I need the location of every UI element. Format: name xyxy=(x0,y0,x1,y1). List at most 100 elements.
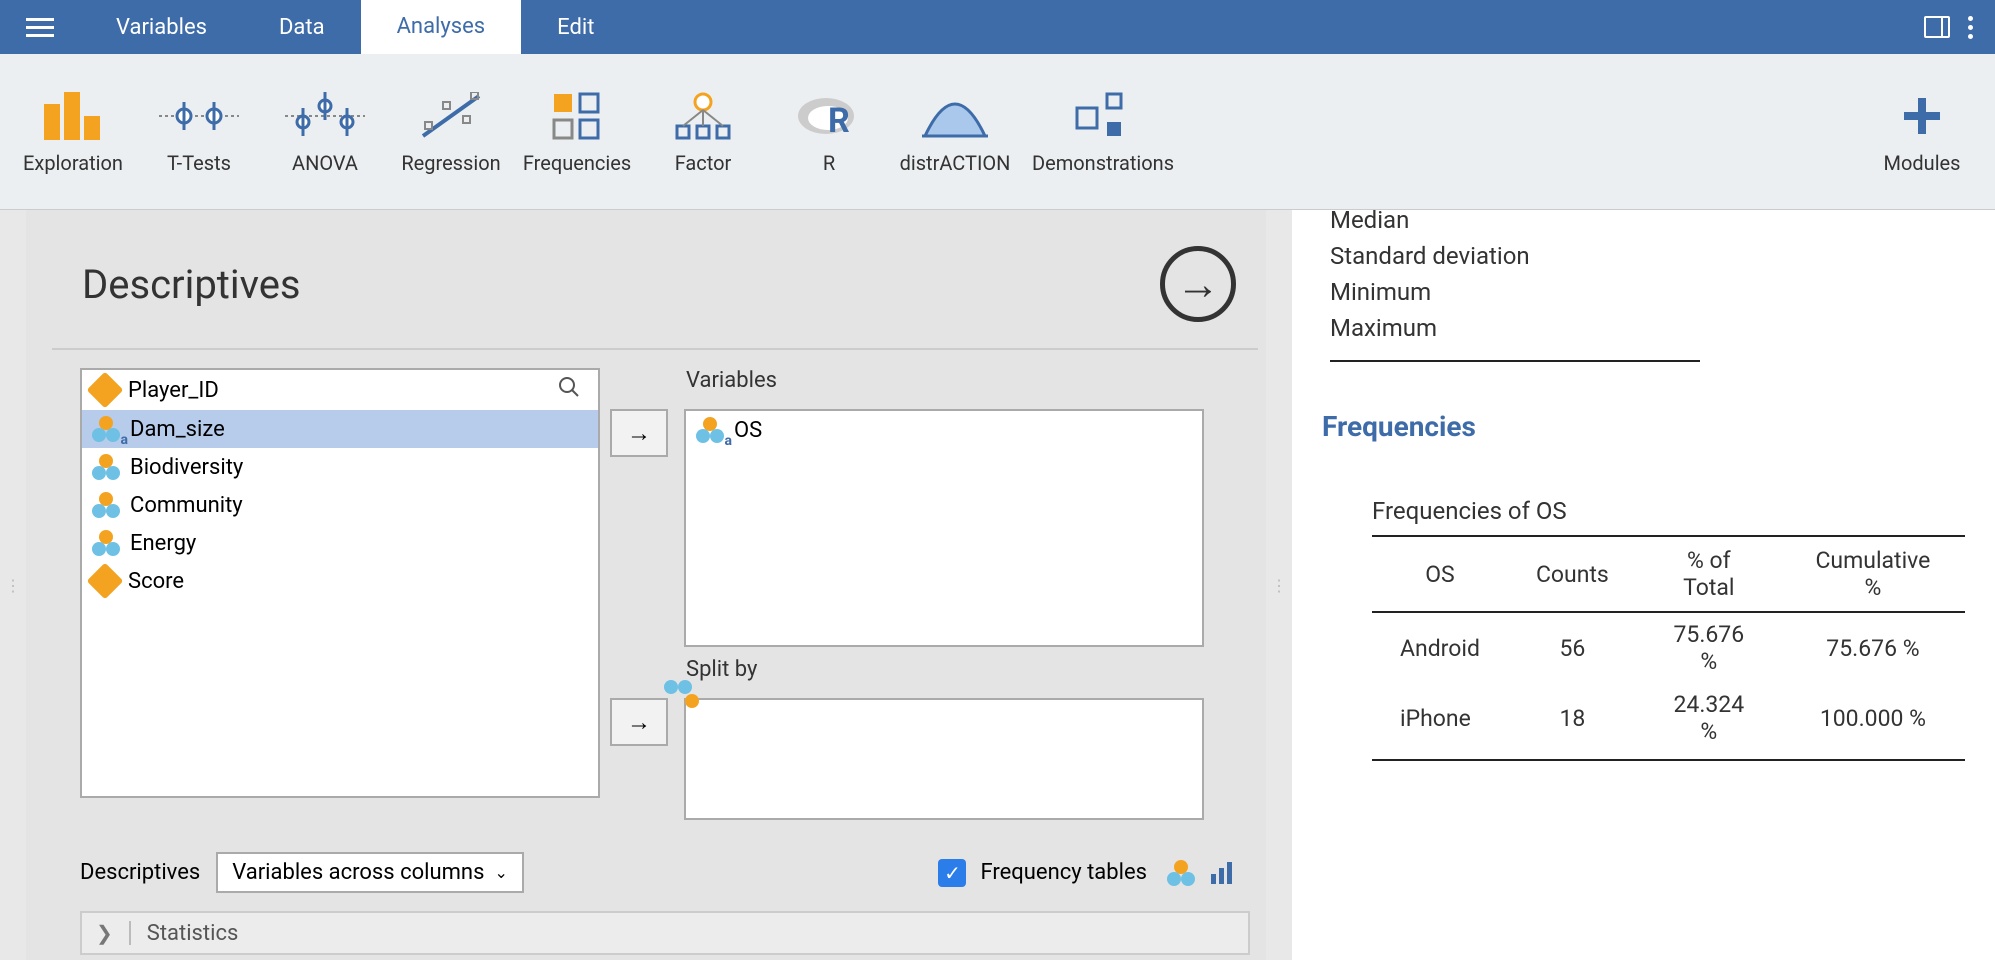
list-item[interactable]: OS xyxy=(686,411,1202,449)
frequency-tables-checkbox[interactable]: ✓ xyxy=(938,859,966,887)
variables-target-list[interactable]: OS xyxy=(684,409,1204,647)
analyses-ribbon: Exploration T-Tests ANOVA Regression Fre… xyxy=(0,54,1995,210)
var-name: Energy xyxy=(130,531,196,556)
nominal-icon xyxy=(92,454,120,480)
hamburger-menu[interactable] xyxy=(0,0,80,54)
stat-divider xyxy=(1330,360,1700,362)
splitby-target-list[interactable] xyxy=(684,698,1204,820)
ribbon-modules[interactable]: Modules xyxy=(1859,62,1985,202)
menubar: Variables Data Analyses Edit xyxy=(0,0,1995,54)
list-item[interactable]: Biodiversity xyxy=(82,448,598,486)
stat-median-cut: Median xyxy=(1322,210,1965,238)
ribbon-label: ANOVA xyxy=(292,151,358,175)
list-item[interactable]: Community xyxy=(82,486,598,524)
tab-edit[interactable]: Edit xyxy=(521,0,630,54)
collapse-arrow-button[interactable]: → xyxy=(1160,246,1236,322)
factor-icon xyxy=(673,89,733,143)
list-item[interactable]: Energy xyxy=(82,524,598,562)
distraction-icon xyxy=(920,89,990,143)
select-value: Variables across columns xyxy=(232,860,484,885)
ribbon-label: Exploration xyxy=(23,151,123,175)
ribbon-demonstrations[interactable]: Demonstrations xyxy=(1018,62,1188,202)
ribbon-label: Regression xyxy=(401,151,500,175)
var-name: Community xyxy=(130,493,243,518)
move-to-variables-button[interactable]: → xyxy=(610,409,668,457)
var-name: Score xyxy=(128,569,184,594)
ordinal-bars-icon xyxy=(1211,862,1232,884)
anova-icon xyxy=(285,89,365,143)
frequencies-heading: Frequencies xyxy=(1322,410,1965,443)
search-icon[interactable] xyxy=(558,376,588,404)
frequencies-icon xyxy=(552,89,602,143)
options-panel: Descriptives → Player_ID xyxy=(26,210,1266,960)
left-drag-handle[interactable]: ⋮ xyxy=(0,210,26,960)
ruler-icon xyxy=(87,372,124,409)
ribbon-exploration[interactable]: Exploration xyxy=(10,62,136,202)
exploration-icon xyxy=(38,89,108,143)
ribbon-label: Factor xyxy=(675,151,732,175)
ribbon-label: Frequencies xyxy=(523,151,631,175)
statistics-collapsible[interactable]: ❯ Statistics xyxy=(80,911,1250,955)
tab-analyses[interactable]: Analyses xyxy=(361,0,522,54)
source-variable-list[interactable]: Player_ID Dam_size Biodiversity xyxy=(80,368,600,798)
ribbon-ttests[interactable]: T-Tests xyxy=(136,62,262,202)
kebab-menu-icon[interactable] xyxy=(1968,16,1973,39)
statistics-label: Statistics xyxy=(147,921,239,946)
regression-icon xyxy=(419,89,483,143)
ribbon-label: R xyxy=(823,151,835,175)
frequencies-table-caption: Frequencies of OS xyxy=(1372,497,1965,525)
results-pane: Median Standard deviation Minimum Maximu… xyxy=(1292,210,1995,960)
tab-data[interactable]: Data xyxy=(243,0,361,54)
ttests-icon xyxy=(159,89,239,143)
tab-variables[interactable]: Variables xyxy=(80,0,243,54)
nominal-icon xyxy=(92,492,120,518)
variables-label: Variables xyxy=(684,368,1204,399)
nominal-text-icon xyxy=(696,417,724,443)
frequencies-table: OS Counts % of Total Cumulative % Androi… xyxy=(1372,535,1965,777)
nominal-icon xyxy=(1167,860,1195,886)
descriptives-layout-select[interactable]: Variables across columns ⌄ xyxy=(216,852,524,893)
col-os: OS xyxy=(1372,536,1508,612)
nominal-icon xyxy=(92,530,120,556)
ribbon-label: T-Tests xyxy=(167,151,231,175)
ribbon-anova[interactable]: ANOVA xyxy=(262,62,388,202)
frequency-tables-label: Frequency tables xyxy=(980,860,1147,885)
nominal-text-icon xyxy=(92,416,120,442)
var-name: Biodiversity xyxy=(130,455,243,480)
table-row: Android 56 75.676 % 75.676 % xyxy=(1372,612,1965,683)
move-to-splitby-button[interactable]: → xyxy=(610,698,668,746)
chevron-right-icon: ❯ xyxy=(96,921,113,945)
panel-toggle-icon[interactable] xyxy=(1924,16,1950,38)
var-name: Dam_size xyxy=(130,417,225,442)
list-item[interactable]: Player_ID xyxy=(82,370,598,410)
r-icon: R xyxy=(796,89,862,143)
ribbon-r[interactable]: R R xyxy=(766,62,892,202)
var-name: OS xyxy=(734,418,762,443)
table-row: iPhone 18 24.324 % 100.000 % xyxy=(1372,683,1965,760)
ribbon-distraction[interactable]: distrACTION xyxy=(892,62,1018,202)
svg-text:R: R xyxy=(828,101,850,140)
col-cum: Cumulative % xyxy=(1781,536,1965,612)
ribbon-frequencies[interactable]: Frequencies xyxy=(514,62,640,202)
chevron-down-icon: ⌄ xyxy=(494,863,507,882)
ribbon-label: Demonstrations xyxy=(1032,151,1174,175)
panel-title: Descriptives xyxy=(82,261,301,308)
splitter-handle[interactable]: ⋮ xyxy=(1266,210,1292,960)
menubar-right xyxy=(1924,16,1995,39)
stat-max: Maximum xyxy=(1322,310,1965,346)
workspace: ⋮ Descriptives → Player_ID xyxy=(0,210,1995,960)
col-pct: % of Total xyxy=(1637,536,1781,612)
stat-sd: Standard deviation xyxy=(1322,238,1965,274)
ribbon-factor[interactable]: Factor xyxy=(640,62,766,202)
hamburger-icon xyxy=(26,18,54,37)
ribbon-label: Modules xyxy=(1884,151,1961,175)
descriptives-layout-label: Descriptives xyxy=(80,860,200,885)
ribbon-regression[interactable]: Regression xyxy=(388,62,514,202)
list-item[interactable]: Dam_size xyxy=(82,410,598,448)
var-name: Player_ID xyxy=(128,378,219,403)
list-item[interactable]: Score xyxy=(82,562,598,600)
splitby-label: Split by xyxy=(684,657,1204,688)
arrow-right-icon: → xyxy=(1176,258,1220,310)
modules-icon xyxy=(1898,89,1946,143)
col-counts: Counts xyxy=(1508,536,1637,612)
